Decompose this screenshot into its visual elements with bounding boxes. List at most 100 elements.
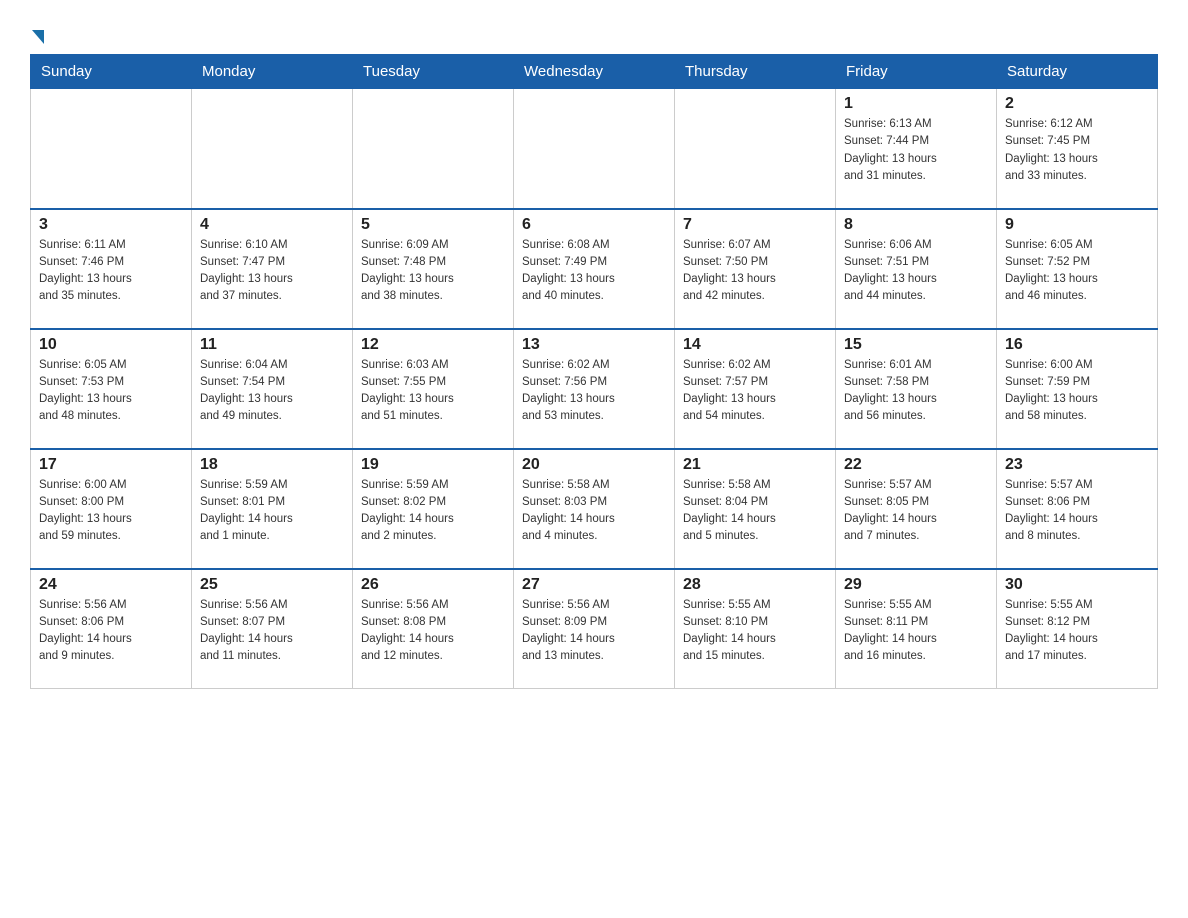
day-info: Sunrise: 5:56 AM Sunset: 8:09 PM Dayligh… xyxy=(522,597,666,666)
calendar-cell: 19 Sunrise: 5:59 AM Sunset: 8:02 PM Dayli… xyxy=(353,449,514,569)
day-info: Sunrise: 6:09 AM Sunset: 7:48 PM Dayligh… xyxy=(361,237,505,306)
calendar-cell: 6 Sunrise: 6:08 AM Sunset: 7:49 PM Daylig… xyxy=(514,209,675,329)
day-number: 24 xyxy=(39,576,183,594)
day-number: 5 xyxy=(361,216,505,234)
calendar-cell: 16 Sunrise: 6:00 AM Sunset: 7:59 PM Dayli… xyxy=(997,329,1158,449)
day-info: Sunrise: 6:05 AM Sunset: 7:53 PM Dayligh… xyxy=(39,357,183,426)
day-number: 15 xyxy=(844,336,988,354)
calendar-cell xyxy=(353,89,514,209)
calendar-cell: 28 Sunrise: 5:55 AM Sunset: 8:10 PM Dayli… xyxy=(675,569,836,689)
calendar-week-row: 10 Sunrise: 6:05 AM Sunset: 7:53 PM Dayli… xyxy=(31,329,1158,449)
day-info: Sunrise: 6:10 AM Sunset: 7:47 PM Dayligh… xyxy=(200,237,344,306)
day-info: Sunrise: 6:00 AM Sunset: 8:00 PM Dayligh… xyxy=(39,477,183,546)
day-info: Sunrise: 6:02 AM Sunset: 7:56 PM Dayligh… xyxy=(522,357,666,426)
weekday-header-tuesday: Tuesday xyxy=(353,55,514,89)
logo xyxy=(30,20,46,44)
weekday-header-row: SundayMondayTuesdayWednesdayThursdayFrid… xyxy=(31,55,1158,89)
day-info: Sunrise: 6:05 AM Sunset: 7:52 PM Dayligh… xyxy=(1005,237,1149,306)
calendar-cell: 4 Sunrise: 6:10 AM Sunset: 7:47 PM Daylig… xyxy=(192,209,353,329)
calendar-cell: 26 Sunrise: 5:56 AM Sunset: 8:08 PM Dayli… xyxy=(353,569,514,689)
day-number: 14 xyxy=(683,336,827,354)
day-number: 20 xyxy=(522,456,666,474)
calendar-cell: 25 Sunrise: 5:56 AM Sunset: 8:07 PM Dayli… xyxy=(192,569,353,689)
day-number: 10 xyxy=(39,336,183,354)
day-number: 26 xyxy=(361,576,505,594)
day-info: Sunrise: 5:57 AM Sunset: 8:06 PM Dayligh… xyxy=(1005,477,1149,546)
day-number: 11 xyxy=(200,336,344,354)
calendar-cell: 23 Sunrise: 5:57 AM Sunset: 8:06 PM Dayli… xyxy=(997,449,1158,569)
day-info: Sunrise: 5:57 AM Sunset: 8:05 PM Dayligh… xyxy=(844,477,988,546)
calendar-cell: 2 Sunrise: 6:12 AM Sunset: 7:45 PM Daylig… xyxy=(997,89,1158,209)
day-number: 27 xyxy=(522,576,666,594)
day-number: 18 xyxy=(200,456,344,474)
day-number: 16 xyxy=(1005,336,1149,354)
calendar-cell xyxy=(31,89,192,209)
day-info: Sunrise: 6:06 AM Sunset: 7:51 PM Dayligh… xyxy=(844,237,988,306)
calendar-cell: 12 Sunrise: 6:03 AM Sunset: 7:55 PM Dayli… xyxy=(353,329,514,449)
calendar-cell: 30 Sunrise: 5:55 AM Sunset: 8:12 PM Dayli… xyxy=(997,569,1158,689)
page-header xyxy=(30,20,1158,44)
day-info: Sunrise: 5:56 AM Sunset: 8:06 PM Dayligh… xyxy=(39,597,183,666)
day-number: 7 xyxy=(683,216,827,234)
day-info: Sunrise: 6:04 AM Sunset: 7:54 PM Dayligh… xyxy=(200,357,344,426)
day-info: Sunrise: 5:59 AM Sunset: 8:01 PM Dayligh… xyxy=(200,477,344,546)
day-info: Sunrise: 6:02 AM Sunset: 7:57 PM Dayligh… xyxy=(683,357,827,426)
day-number: 2 xyxy=(1005,95,1149,113)
day-number: 23 xyxy=(1005,456,1149,474)
day-info: Sunrise: 6:12 AM Sunset: 7:45 PM Dayligh… xyxy=(1005,116,1149,185)
day-info: Sunrise: 6:07 AM Sunset: 7:50 PM Dayligh… xyxy=(683,237,827,306)
calendar-week-row: 17 Sunrise: 6:00 AM Sunset: 8:00 PM Dayli… xyxy=(31,449,1158,569)
day-info: Sunrise: 5:58 AM Sunset: 8:03 PM Dayligh… xyxy=(522,477,666,546)
day-number: 22 xyxy=(844,456,988,474)
day-info: Sunrise: 6:00 AM Sunset: 7:59 PM Dayligh… xyxy=(1005,357,1149,426)
calendar-cell: 15 Sunrise: 6:01 AM Sunset: 7:58 PM Dayli… xyxy=(836,329,997,449)
calendar-cell xyxy=(675,89,836,209)
day-number: 25 xyxy=(200,576,344,594)
day-number: 6 xyxy=(522,216,666,234)
calendar-cell: 21Sunrise: 5:58 AM Sunset: 8:04 PM Dayli… xyxy=(675,449,836,569)
day-info: Sunrise: 6:13 AM Sunset: 7:44 PM Dayligh… xyxy=(844,116,988,185)
calendar-cell: 13Sunrise: 6:02 AM Sunset: 7:56 PM Dayli… xyxy=(514,329,675,449)
weekday-header-sunday: Sunday xyxy=(31,55,192,89)
day-number: 19 xyxy=(361,456,505,474)
logo-arrow-icon xyxy=(32,30,44,44)
calendar-cell: 10 Sunrise: 6:05 AM Sunset: 7:53 PM Dayli… xyxy=(31,329,192,449)
day-info: Sunrise: 5:58 AM Sunset: 8:04 PM Dayligh… xyxy=(683,477,827,546)
calendar-cell: 29 Sunrise: 5:55 AM Sunset: 8:11 PM Dayli… xyxy=(836,569,997,689)
day-number: 1 xyxy=(844,95,988,113)
calendar-cell xyxy=(514,89,675,209)
day-info: Sunrise: 5:56 AM Sunset: 8:07 PM Dayligh… xyxy=(200,597,344,666)
day-number: 28 xyxy=(683,576,827,594)
day-number: 29 xyxy=(844,576,988,594)
calendar-cell: 20 Sunrise: 5:58 AM Sunset: 8:03 PM Dayli… xyxy=(514,449,675,569)
day-number: 3 xyxy=(39,216,183,234)
day-number: 17 xyxy=(39,456,183,474)
calendar-week-row: 3Sunrise: 6:11 AM Sunset: 7:46 PM Daylig… xyxy=(31,209,1158,329)
day-info: Sunrise: 5:55 AM Sunset: 8:12 PM Dayligh… xyxy=(1005,597,1149,666)
day-info: Sunrise: 5:56 AM Sunset: 8:08 PM Dayligh… xyxy=(361,597,505,666)
day-number: 9 xyxy=(1005,216,1149,234)
day-number: 4 xyxy=(200,216,344,234)
day-info: Sunrise: 6:01 AM Sunset: 7:58 PM Dayligh… xyxy=(844,357,988,426)
calendar-cell: 18 Sunrise: 5:59 AM Sunset: 8:01 PM Dayli… xyxy=(192,449,353,569)
calendar-cell: 7 Sunrise: 6:07 AM Sunset: 7:50 PM Daylig… xyxy=(675,209,836,329)
calendar-cell xyxy=(192,89,353,209)
calendar-cell: 22 Sunrise: 5:57 AM Sunset: 8:05 PM Dayli… xyxy=(836,449,997,569)
day-number: 8 xyxy=(844,216,988,234)
calendar-cell: 3Sunrise: 6:11 AM Sunset: 7:46 PM Daylig… xyxy=(31,209,192,329)
calendar-cell: 11 Sunrise: 6:04 AM Sunset: 7:54 PM Dayli… xyxy=(192,329,353,449)
day-info: Sunrise: 5:55 AM Sunset: 8:10 PM Dayligh… xyxy=(683,597,827,666)
day-info: Sunrise: 5:59 AM Sunset: 8:02 PM Dayligh… xyxy=(361,477,505,546)
day-info: Sunrise: 5:55 AM Sunset: 8:11 PM Dayligh… xyxy=(844,597,988,666)
day-number: 12 xyxy=(361,336,505,354)
calendar-cell: 24 Sunrise: 5:56 AM Sunset: 8:06 PM Dayli… xyxy=(31,569,192,689)
calendar-table: SundayMondayTuesdayWednesdayThursdayFrid… xyxy=(30,54,1158,689)
weekday-header-friday: Friday xyxy=(836,55,997,89)
calendar-cell: 14 Sunrise: 6:02 AM Sunset: 7:57 PM Dayli… xyxy=(675,329,836,449)
day-info: Sunrise: 6:03 AM Sunset: 7:55 PM Dayligh… xyxy=(361,357,505,426)
day-number: 30 xyxy=(1005,576,1149,594)
calendar-week-row: 24 Sunrise: 5:56 AM Sunset: 8:06 PM Dayli… xyxy=(31,569,1158,689)
day-info: Sunrise: 6:08 AM Sunset: 7:49 PM Dayligh… xyxy=(522,237,666,306)
calendar-cell: 8 Sunrise: 6:06 AM Sunset: 7:51 PM Daylig… xyxy=(836,209,997,329)
calendar-cell: 9 Sunrise: 6:05 AM Sunset: 7:52 PM Daylig… xyxy=(997,209,1158,329)
